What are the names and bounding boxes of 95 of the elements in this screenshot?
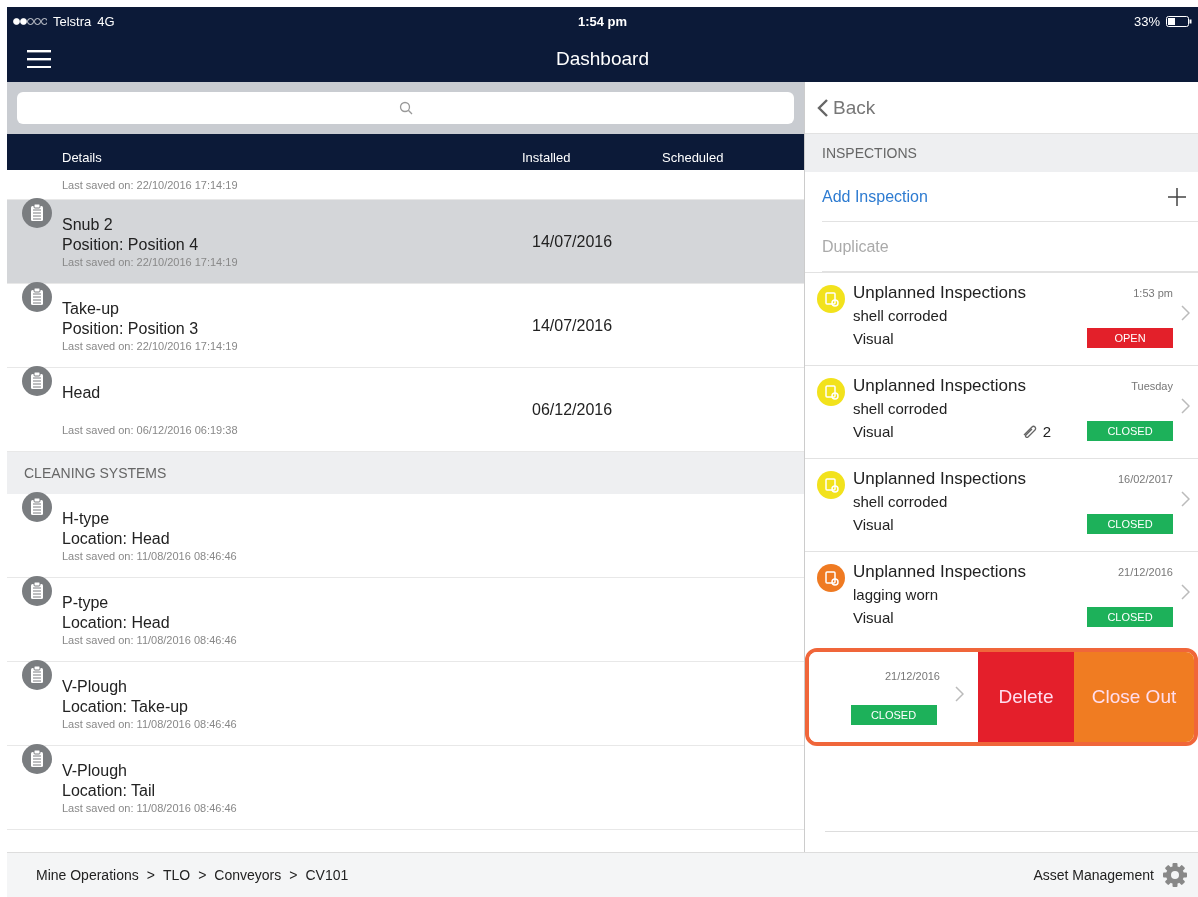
inspection-method: Visual <box>853 329 894 347</box>
section-header: INSPECTIONS <box>822 145 917 161</box>
breadcrumb-separator: > <box>146 867 155 883</box>
delete-button[interactable]: Delete <box>978 652 1074 742</box>
last-saved-text: Last saved on: 22/10/2016 17:14:19 <box>62 339 239 352</box>
breadcrumb-link[interactable]: Conveyors <box>214 867 282 883</box>
asset-row[interactable]: Head Last saved on: 06/12/2016 06:19:38 06/12/2016 <box>7 368 804 452</box>
inspection-card[interactable]: Unplanned Inspections Tuesday shell corroded Visual 2 CLOSED <box>805 365 1198 458</box>
asset-name: H-type <box>62 509 111 528</box>
breadcrumb-separator: > <box>198 867 207 883</box>
chevron-icon <box>1181 491 1190 507</box>
chevron-icon <box>1181 398 1190 414</box>
battery-icon <box>1166 15 1192 27</box>
installed-date: 14/07/2016 <box>532 232 613 251</box>
plus-icon <box>1168 187 1186 206</box>
breadcrumb-link[interactable]: TLO <box>162 867 191 883</box>
asset-name: Take-up <box>62 299 120 318</box>
inspection-time: Tuesday <box>1131 380 1173 392</box>
last-saved-text: Last saved on: 11/08/2016 08:46:46 <box>62 717 238 730</box>
status-badge: CLOSED <box>1087 607 1173 627</box>
chevron-icon <box>1181 305 1190 321</box>
back-chevron-icon <box>817 97 829 118</box>
asset-row[interactable]: Take-up Position: Position 3 Last saved on: 22/10/2016 17:14:19 14/07/2016 <box>7 284 804 368</box>
asset-name: Head <box>62 383 102 402</box>
network-type: 4G <box>97 13 115 29</box>
section-header: CLEANING SYSTEMS <box>24 465 167 481</box>
breadcrumb-separator: > <box>289 867 298 883</box>
battery-percent: 33% <box>1134 13 1160 29</box>
asset-name: Snub 2 <box>62 215 114 234</box>
clipboard-icon <box>22 576 52 606</box>
installed-date: 06/12/2016 <box>532 400 613 419</box>
last-saved-text: Last saved on: 11/08/2016 08:46:46 <box>62 801 238 814</box>
asset-detail: Position: Position 3 <box>62 319 200 338</box>
clipboard-icon <box>22 282 52 312</box>
asset-row[interactable]: V-Plough Location: Tail Last saved on: 11/08/2016 08:46:46 <box>7 746 804 830</box>
asset-detail: Position: Position 4 <box>62 235 200 254</box>
clock-time: 1:54 pm <box>577 13 628 29</box>
inspection-method: Visual <box>853 422 894 440</box>
status-badge: OPEN <box>1087 328 1173 348</box>
status-badge: CLOSED <box>1087 514 1173 534</box>
inspection-method: Visual <box>853 515 894 533</box>
last-saved-text: Last saved on: 22/10/2016 17:14:19 <box>62 255 239 268</box>
clipboard-icon <box>22 744 52 774</box>
asset-name: V-Plough <box>62 677 128 696</box>
inspection-title: Unplanned Inspections <box>853 562 1026 582</box>
signal-icon <box>13 17 47 25</box>
asset-row[interactable]: P-type Location: Head Last saved on: 11/08/2016 08:46:46 <box>7 578 804 662</box>
breadcrumb-link[interactable]: Mine Operations <box>36 867 139 883</box>
inspection-card[interactable]: Unplanned Inspections 21/12/2016 lagging worn Visual CLOSED <box>805 551 1198 644</box>
inspection-title: Unplanned Inspections <box>853 376 1026 396</box>
inspection-time: 16/02/2017 <box>1117 473 1173 485</box>
last-saved-text: Last saved on: 11/08/2016 08:46:46 <box>62 549 238 562</box>
column-header: Installed <box>522 150 572 165</box>
asset-detail: Location: Head <box>62 529 171 548</box>
inspection-finding: shell corroded <box>853 307 949 324</box>
search-icon <box>398 101 413 115</box>
inspection-card[interactable]: Unplanned Inspections 16/02/2017 shell corroded Visual CLOSED <box>805 458 1198 551</box>
asset-name: V-Plough <box>62 761 128 780</box>
asset-row[interactable]: Snub 2 Position: Position 4 Last saved on: 22/10/2016 17:14:19 14/07/2016 <box>7 200 804 284</box>
inspection-finding: lagging worn <box>853 586 940 603</box>
inspection-title: Unplanned Inspections <box>853 469 1026 489</box>
inspection-method: Visual <box>853 608 894 626</box>
search-field[interactable] <box>17 92 794 124</box>
asset-detail: Location: Head <box>62 613 171 632</box>
inspection-card[interactable]: Unplanned Inspections 1:53 pm shell corroded Visual OPEN <box>805 272 1198 365</box>
chevron-icon <box>1181 584 1190 600</box>
asset-detail: Location: Take-up <box>62 697 189 716</box>
inspection-time: 21/12/2016 <box>1117 566 1173 578</box>
clipboard-icon <box>22 492 52 522</box>
column-header: Scheduled <box>662 150 725 165</box>
app-name: Asset Management <box>1033 867 1154 883</box>
inspection-time: 1:53 pm <box>1133 287 1173 299</box>
chevron-icon <box>955 686 964 702</box>
last-saved-text: Last saved on: 06/12/2016 06:19:38 <box>62 423 239 436</box>
status-badge: CLOSED <box>850 704 937 725</box>
inspection-finding: shell corroded <box>853 400 949 417</box>
clipboard-icon <box>22 366 52 396</box>
asset-row[interactable]: V-Plough Location: Take-up Last saved on: 11/08/2016 08:46:46 <box>7 662 804 746</box>
carrier-name: Telstra <box>53 13 92 29</box>
asset-name: P-type <box>62 593 110 612</box>
asset-row[interactable]: H-type Location: Head Last saved on: 11/08/2016 08:46:46 <box>7 494 804 578</box>
last-saved-text: Last saved on: 11/08/2016 08:46:46 <box>62 633 238 646</box>
last-saved-text: Last saved on: 22/10/2016 17:14:19 <box>62 179 238 191</box>
inspection-finding: shell corroded <box>853 493 949 510</box>
menu-icon[interactable] <box>27 49 51 68</box>
asset-detail: Location: Tail <box>62 781 157 800</box>
column-header: Details <box>62 150 103 165</box>
attachment-count: 2 <box>1042 422 1051 440</box>
inspection-time: 21/12/2016 <box>884 669 940 682</box>
status-badge: CLOSED <box>1087 421 1173 441</box>
breadcrumb-link[interactable]: CV101 <box>305 867 349 883</box>
page-title: Dashboard <box>555 47 650 70</box>
clipboard-icon <box>22 660 52 690</box>
installed-date: 14/07/2016 <box>532 316 613 335</box>
inspection-title: Unplanned Inspections <box>853 283 1026 303</box>
